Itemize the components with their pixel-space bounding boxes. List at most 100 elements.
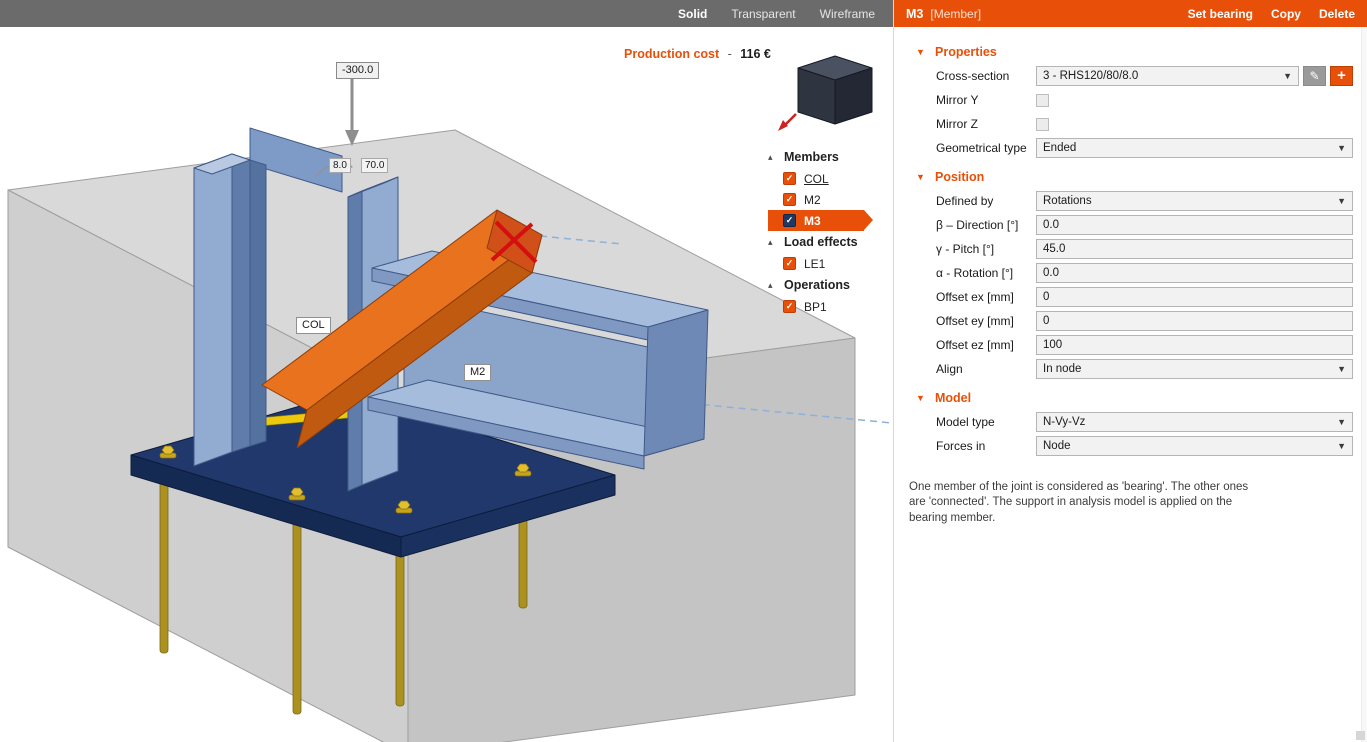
align-dropdown[interactable]: In node xyxy=(1036,359,1353,379)
dropdown-value: 3 - RHS120/80/8.0 xyxy=(1043,70,1138,82)
panel-subtitle: [Member] xyxy=(930,7,981,21)
tree-item-m3-selected[interactable]: M3 xyxy=(768,210,864,231)
plus-icon xyxy=(1337,67,1346,85)
row-beta-direction: β – Direction [°] xyxy=(894,213,1367,237)
tree-item-label[interactable]: M2 xyxy=(804,193,821,207)
row-cross-section: Cross-section 3 - RHS120/80/8.0 xyxy=(894,64,1367,88)
field-label: α - Rotation [°] xyxy=(936,266,1036,280)
collapse-triangle-icon[interactable] xyxy=(768,237,777,248)
dropdown-value: Node xyxy=(1043,440,1071,452)
bp1-checkbox[interactable] xyxy=(783,300,796,313)
dimension-label-main[interactable]: -300.0 xyxy=(336,62,379,79)
tree-item-label[interactable]: M3 xyxy=(804,214,821,228)
tree-group-label: Load effects xyxy=(784,235,858,249)
field-label: Align xyxy=(936,362,1036,376)
field-label: Offset ey [mm] xyxy=(936,314,1036,328)
cross-section-dropdown[interactable]: 3 - RHS120/80/8.0 xyxy=(1036,66,1299,86)
member-label-m2: M2 xyxy=(464,364,491,381)
tree-item-col[interactable]: COL xyxy=(768,168,886,189)
tree-group-members[interactable]: Members xyxy=(768,146,886,168)
row-mirror-z: Mirror Z xyxy=(894,112,1367,136)
wireframe-mode-button[interactable]: Wireframe xyxy=(820,7,875,21)
forces-in-dropdown[interactable]: Node xyxy=(1036,436,1353,456)
tree-item-bp1[interactable]: BP1 xyxy=(768,296,886,317)
field-label: β – Direction [°] xyxy=(936,218,1036,232)
production-cost-separator: - xyxy=(728,47,732,61)
mirror-y-checkbox[interactable] xyxy=(1036,94,1049,107)
dropdown-value: N-Vy-Vz xyxy=(1043,416,1085,428)
edit-cross-section-button[interactable] xyxy=(1303,66,1326,86)
panel-actions: Set bearing Copy Delete xyxy=(1188,7,1355,21)
solid-mode-button[interactable]: Solid xyxy=(678,7,707,21)
tree-item-label[interactable]: LE1 xyxy=(804,257,825,271)
row-gamma-pitch: γ - Pitch [°] xyxy=(894,237,1367,261)
bearing-help-text: One member of the joint is considered as… xyxy=(894,458,1266,526)
panel-scrollbar[interactable] xyxy=(1361,27,1367,742)
chevron-down-icon xyxy=(1337,417,1346,427)
model-type-dropdown[interactable]: N-Vy-Vz xyxy=(1036,412,1353,432)
tree-item-label[interactable]: BP1 xyxy=(804,300,827,314)
viewport-3d[interactable]: Solid Transparent Wireframe Production c… xyxy=(0,0,893,742)
chevron-down-icon xyxy=(1283,71,1292,81)
beta-direction-input[interactable] xyxy=(1036,215,1353,235)
mirror-z-checkbox[interactable] xyxy=(1036,118,1049,131)
collapse-triangle-icon[interactable] xyxy=(916,47,926,57)
properties-panel: M3 [Member] Set bearing Copy Delete Prop… xyxy=(893,0,1367,742)
tree-item-m2[interactable]: M2 xyxy=(768,189,886,210)
tree-group-operations[interactable]: Operations xyxy=(768,274,886,296)
field-label: Geometrical type xyxy=(936,141,1036,155)
m2-checkbox[interactable] xyxy=(783,193,796,206)
row-forces-in: Forces in Node xyxy=(894,434,1367,458)
production-cost-label: Production cost xyxy=(624,47,719,61)
tree-group-load-effects[interactable]: Load effects xyxy=(768,231,886,253)
field-label: Offset ex [mm] xyxy=(936,290,1036,304)
tree-item-le1[interactable]: LE1 xyxy=(768,253,886,274)
field-label: Cross-section xyxy=(936,69,1036,83)
field-label: Model type xyxy=(936,415,1036,429)
offset-ey-input[interactable] xyxy=(1036,311,1353,331)
row-offset-ex: Offset ex [mm] xyxy=(894,285,1367,309)
collapse-triangle-icon[interactable] xyxy=(768,280,777,291)
field-label: γ - Pitch [°] xyxy=(936,242,1036,256)
tree-group-label: Members xyxy=(784,150,839,164)
view-cube[interactable] xyxy=(778,56,872,131)
collapse-triangle-icon[interactable] xyxy=(916,172,926,182)
row-mirror-y: Mirror Y xyxy=(894,88,1367,112)
set-bearing-button[interactable]: Set bearing xyxy=(1188,7,1253,21)
dimension-label-small-1: 8.0 xyxy=(329,158,351,173)
collapse-triangle-icon[interactable] xyxy=(768,152,777,163)
chevron-down-icon xyxy=(1337,441,1346,451)
panel-title: M3 xyxy=(906,7,923,21)
panel-header: M3 [Member] Set bearing Copy Delete xyxy=(894,0,1367,27)
app-window: Solid Transparent Wireframe Production c… xyxy=(0,0,1367,742)
tree-item-label[interactable]: COL xyxy=(804,172,829,186)
transparent-mode-button[interactable]: Transparent xyxy=(731,7,795,21)
alpha-rotation-input[interactable] xyxy=(1036,263,1353,283)
resize-grip[interactable] xyxy=(1356,731,1365,740)
collapse-triangle-icon[interactable] xyxy=(916,393,926,403)
section-title: Properties xyxy=(935,45,997,59)
dropdown-value: Ended xyxy=(1043,142,1076,154)
tree-group-label: Operations xyxy=(784,278,850,292)
dimension-label-small-2: 70.0 xyxy=(361,158,388,173)
col-checkbox[interactable] xyxy=(783,172,796,185)
row-geometrical-type: Geometrical type Ended xyxy=(894,136,1367,160)
offset-ez-input[interactable] xyxy=(1036,335,1353,355)
offset-ex-input[interactable] xyxy=(1036,287,1353,307)
geometrical-type-dropdown[interactable]: Ended xyxy=(1036,138,1353,158)
scene-canvas[interactable] xyxy=(0,0,893,742)
defined-by-dropdown[interactable]: Rotations xyxy=(1036,191,1353,211)
m3-checkbox[interactable] xyxy=(783,214,796,227)
row-offset-ey: Offset ey [mm] xyxy=(894,309,1367,333)
add-cross-section-button[interactable] xyxy=(1330,66,1353,86)
row-align: Align In node xyxy=(894,357,1367,381)
display-mode-toolbar: Solid Transparent Wireframe xyxy=(0,0,893,27)
copy-button[interactable]: Copy xyxy=(1271,7,1301,21)
panel-body: Properties Cross-section 3 - RHS120/80/8… xyxy=(894,27,1367,742)
production-cost-value: 116 € xyxy=(740,47,771,61)
gamma-pitch-input[interactable] xyxy=(1036,239,1353,259)
section-position: Position xyxy=(894,165,1367,189)
delete-button[interactable]: Delete xyxy=(1319,7,1355,21)
member-label-col: COL xyxy=(296,317,331,334)
le1-checkbox[interactable] xyxy=(783,257,796,270)
